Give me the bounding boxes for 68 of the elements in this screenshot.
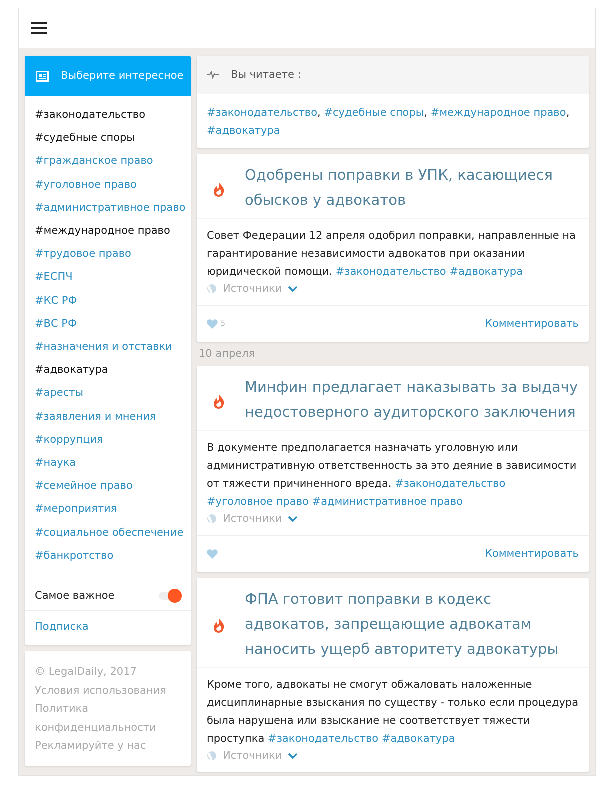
tag-link[interactable]: #уголовное право [35,174,137,197]
toggle-switch[interactable] [159,592,181,600]
tag-link[interactable]: #ВС РФ [35,312,78,336]
tag-link[interactable]: #назначения и отставки [35,336,172,360]
tag-link[interactable]: #мероприятия [35,498,118,522]
footer-link[interactable]: Условия использования [35,682,166,700]
flame-icon [213,618,225,633]
globe-icon [207,514,217,524]
tag-link[interactable]: #международное право [430,107,566,119]
tag-link[interactable]: #трудовое право [35,243,132,266]
sources-label[interactable]: Источники [223,283,282,295]
tag-link[interactable]: #коррупция [35,428,104,452]
news-text: Кроме того, адвокаты не смогут обжаловать наложенные дисциплинарные взыскания по существу - только если процедура была нарушена или взыскание не соответствует тяжести проступка #законодательство #адвокатура [207,678,579,747]
sidebar-title: Выберите интересное [61,70,184,82]
tag-link[interactable]: #социальное обеспечение [35,522,184,545]
tag-link[interactable]: #административное право [312,496,464,508]
news-text: В документе предполагается назначать уголовную или административную ответственность за это деяние в зависимости от тяжести причиненного вреда. #законодательство #уголовное право #административное право [207,441,578,510]
tag-link[interactable]: #гражданское право [35,150,154,174]
chevron-down-icon[interactable] [288,753,298,759]
tag-link[interactable]: #адвокатура [450,266,524,278]
footer-link[interactable]: Политика конфиденциальности [35,700,181,738]
news-title[interactable]: ФПА готовит поправки в кодекс адвокатов, запрещающие адвокатам наносить ущерб авторитету адвокатуры [245,588,579,663]
separator: , [566,107,570,119]
chevron-down-icon[interactable] [288,286,298,292]
chevron-down-icon[interactable] [288,516,298,522]
tag-link[interactable]: #законодательство [207,107,318,119]
sources-label[interactable]: Источники [223,750,282,762]
tag-link[interactable]: #судебные споры [35,127,135,150]
separator: , [424,107,428,119]
tag-link[interactable]: #законодательство [336,266,446,278]
tag-link[interactable]: #адвокатура [35,359,108,382]
tag-link[interactable]: #КС РФ [35,290,78,313]
tag-link[interactable]: #семейное право [35,475,133,498]
tag-link[interactable]: #адвокатура [382,733,456,745]
tag-link[interactable]: #судебные споры [324,107,424,119]
comment-link[interactable]: Комментировать [484,548,579,560]
tag-link[interactable]: #законодательство [268,733,379,745]
news-title[interactable]: Минфин предлагает наказывать за выдачу недостоверного аудиторского заключения [245,376,579,426]
globe-icon [207,284,217,294]
tag-link[interactable]: #уголовное право [207,496,309,508]
reading-title: Вы читаете : [231,69,302,81]
separator: , [318,107,321,119]
tag-link[interactable]: #аресты [35,382,84,406]
globe-icon [207,751,217,761]
subscribe-link[interactable]: Подписка [35,621,89,634]
flame-icon [213,394,225,408]
newspaper-icon [36,70,49,82]
sidebar-header[interactable]: Выберите интересное [25,56,191,96]
footer-link[interactable]: Рекламируйте у нас [35,737,146,756]
toggle-label: Самое важное [35,590,115,602]
sources-label[interactable]: Источники [223,513,282,525]
tag-link[interactable]: #банкротство [35,544,114,568]
news-title[interactable]: Одобрены поправки в УПК, касающиеся обысков у адвокатов [245,164,579,214]
news-text: Совет Федерации 12 апреля одобрил поправки, направленные на гарантирование независимости адвокатов при оказании юридической помощи. #законодательство #адвокатура [207,229,577,280]
tag-link[interactable]: #наука [35,452,76,476]
tag-link[interactable]: #заявления и мнения [35,406,156,429]
tag-link[interactable]: #адвокатура [207,125,280,137]
tag-link[interactable]: #законодательство [35,104,146,128]
tag-link[interactable]: #административное право [35,196,186,220]
menu-icon[interactable] [31,22,47,34]
comment-link[interactable]: Комментировать [484,318,579,330]
tag-link[interactable]: #международное право [35,220,170,244]
copyright-text: © LegalDaily, 2017 [35,665,137,680]
flame-icon [213,182,225,196]
tag-link[interactable]: #ЕСПЧ [35,266,73,290]
tag-link[interactable]: #законодательство [395,478,506,490]
pulse-icon [207,71,219,79]
date-label: 10 апреля [198,348,256,360]
